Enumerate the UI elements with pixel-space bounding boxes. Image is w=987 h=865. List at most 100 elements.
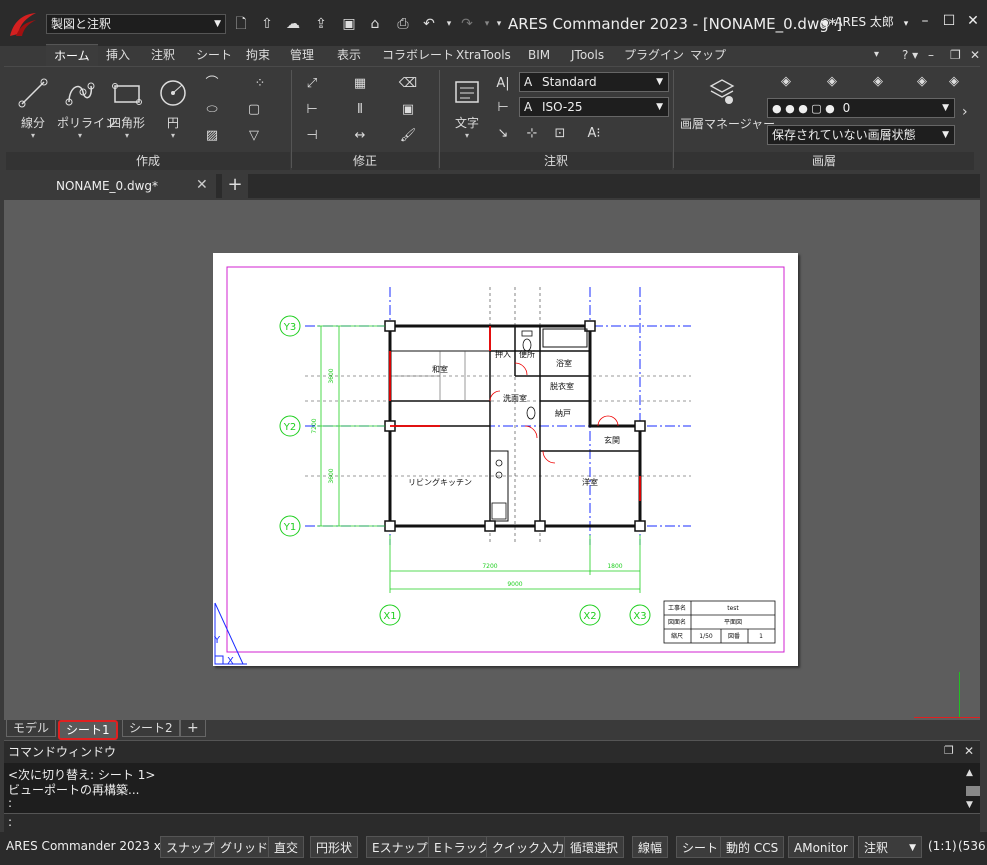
polar-toggle[interactable]: 円形状 (310, 836, 359, 858)
room-label: 玄関 (604, 435, 620, 445)
snap-toggle[interactable]: スナップ (160, 836, 221, 858)
layer-properties-icon[interactable]: ◈ (776, 72, 796, 92)
text-button[interactable]: 文字 ▾ (444, 72, 490, 152)
tab-jtools[interactable]: JTools (563, 44, 612, 66)
current-layer-select[interactable]: ● ● ● ▢ ● 0 ▼ (767, 98, 955, 118)
tab-home[interactable]: ホーム (46, 44, 98, 67)
dim-style-value: ISO-25 (542, 100, 583, 114)
ellipse-icon[interactable]: ⬭ (202, 100, 222, 120)
tab-view[interactable]: 表示 (329, 44, 369, 66)
dimension-text: 1800 (607, 563, 622, 570)
match-properties-icon[interactable]: 🖌 (398, 126, 418, 146)
tab-xtratools[interactable]: XtraTools (448, 44, 519, 66)
float-window-icon[interactable]: ❐ (944, 744, 954, 757)
arc-icon[interactable]: ⌒ (202, 74, 222, 94)
ortho-toggle[interactable]: 直交 (268, 836, 305, 858)
cloud-save-icon[interactable]: ⌂ (366, 14, 384, 34)
maximize-icon[interactable]: ☐ (938, 10, 960, 32)
layer-isolate-icon[interactable]: ◈ (912, 72, 932, 92)
tab-manage[interactable]: 管理 (282, 44, 322, 66)
undo-icon[interactable]: ↶ (420, 14, 438, 34)
scrollbar-thumb[interactable] (966, 786, 980, 796)
table-icon[interactable]: ⊹ (522, 124, 542, 144)
open-file-icon[interactable]: ⇧ (258, 14, 276, 34)
polyline-button[interactable]: ポリライン ▾ (57, 72, 117, 152)
dim-style-select[interactable]: A ISO-25 ▼ (519, 97, 669, 117)
point-icon[interactable]: ⁘ (250, 74, 270, 94)
redo-icon[interactable]: ↷ (458, 14, 476, 34)
lineweight-toggle[interactable]: 線幅 (632, 836, 669, 858)
erase-icon[interactable]: ⌫ (398, 74, 418, 94)
region-icon[interactable]: ▢ (244, 100, 264, 120)
dynamic-ccs-toggle[interactable]: 動的 CCS (720, 836, 785, 858)
print-icon[interactable]: ⎙ (394, 14, 412, 34)
layer-manager-button[interactable]: 画層マネージャー (680, 74, 775, 148)
move-icon[interactable]: ⤢ (302, 74, 322, 94)
amonitor-toggle[interactable]: AMonitor (788, 836, 854, 858)
tab-plugins[interactable]: プラグイン (616, 44, 692, 66)
layer-lock-icon[interactable]: ◈ (868, 72, 888, 92)
user-account[interactable]: ◉ ARES 太郎 ▾ (820, 13, 908, 30)
tab-sheet[interactable]: シート (188, 44, 240, 66)
doc-close-icon[interactable]: ✕ (962, 44, 987, 66)
boundary-icon[interactable]: ▽ (244, 126, 264, 146)
rectangle-button[interactable]: 四角形 ▾ (104, 72, 150, 152)
layer-state-select[interactable]: 保存されていない画層状態 ▼ (767, 125, 955, 145)
explode-icon[interactable]: ▣ (398, 100, 418, 120)
selection-cycling-toggle[interactable]: 循環選択 (564, 836, 625, 858)
add-sheet-icon[interactable]: + (180, 720, 206, 737)
grid-toggle[interactable]: グリッド (214, 836, 275, 858)
ucs-y-label: Y (213, 635, 221, 646)
tab-model[interactable]: モデル (6, 720, 57, 737)
scroll-up-icon[interactable]: ▲ (966, 768, 973, 778)
close-icon[interactable]: ✕ (962, 10, 984, 32)
ribbon-scroll-right-icon[interactable]: › (962, 104, 968, 120)
tab-sheet1[interactable]: シート1 (58, 720, 118, 740)
scroll-down-icon[interactable]: ▼ (966, 800, 973, 810)
esnap-toggle[interactable]: Eスナップ (366, 836, 434, 858)
undo-dropdown-icon[interactable]: ▾ (440, 14, 458, 34)
text-style-select[interactable]: A Standard ▼ (519, 72, 669, 92)
dimension-icon[interactable]: A| (493, 74, 513, 94)
attribute-icon[interactable]: A⁝ (584, 124, 604, 144)
document-tab[interactable]: NONAME_0.dwg* ✕ (4, 174, 216, 198)
cloud-open-icon[interactable]: ☁ (284, 14, 302, 34)
customize-toolbar-icon[interactable]: ▾ (490, 14, 508, 34)
close-tab-icon[interactable]: ✕ (196, 177, 208, 193)
new-file-icon[interactable]: 🗋 (232, 14, 250, 34)
stretch-icon[interactable]: ↔ (350, 126, 370, 146)
trim-icon[interactable]: ⊢ (302, 100, 322, 120)
open-folder-icon[interactable]: ⇪ (312, 14, 330, 34)
annotation-scale-select[interactable]: 注釈 ▼ (858, 836, 922, 858)
room-label: 和室 (432, 364, 448, 374)
extend-icon[interactable]: ⊣ (302, 126, 322, 146)
line-button[interactable]: 線分 ▾ (10, 72, 56, 152)
workspace-select[interactable]: 製図と注釈 ▼ (46, 14, 226, 34)
tab-constraints[interactable]: 拘束 (238, 44, 278, 66)
new-tab-icon[interactable]: + (222, 174, 248, 198)
save-icon[interactable]: ▣ (340, 14, 358, 34)
tab-sheet2[interactable]: シート2 (122, 720, 180, 737)
layer-previous-icon[interactable]: ◈ (944, 72, 964, 92)
doc-minimize-icon[interactable]: – (920, 44, 942, 66)
hatch-icon[interactable]: ▨ (202, 126, 222, 146)
quick-input-toggle[interactable]: クイック入力 (486, 836, 571, 858)
ribbon-collapse-icon[interactable]: ▾ (866, 44, 887, 66)
minimize-icon[interactable]: – (914, 10, 936, 32)
mirror-icon[interactable]: ⫴ (350, 100, 370, 120)
linear-dimension-icon[interactable]: ⊢ (493, 98, 513, 118)
close-icon[interactable]: ✕ (964, 744, 974, 758)
layer-new-icon[interactable]: ◈ (822, 72, 842, 92)
circle-button[interactable]: 円 ▾ (150, 72, 196, 152)
title-block-label: 工事名 (668, 604, 686, 612)
tab-bim[interactable]: BIM (520, 44, 558, 66)
sheet-toggle[interactable]: シート (676, 836, 725, 858)
tab-insert[interactable]: 挿入 (98, 44, 138, 66)
block-icon[interactable]: ⊡ (550, 124, 570, 144)
app-logo-icon[interactable] (6, 10, 38, 40)
command-input[interactable]: : (4, 813, 980, 832)
tab-map[interactable]: マップ (682, 44, 734, 66)
array-icon[interactable]: ▦ (350, 74, 370, 94)
leader-icon[interactable]: ↘ (493, 124, 513, 144)
tab-annotate[interactable]: 注釈 (143, 44, 183, 66)
